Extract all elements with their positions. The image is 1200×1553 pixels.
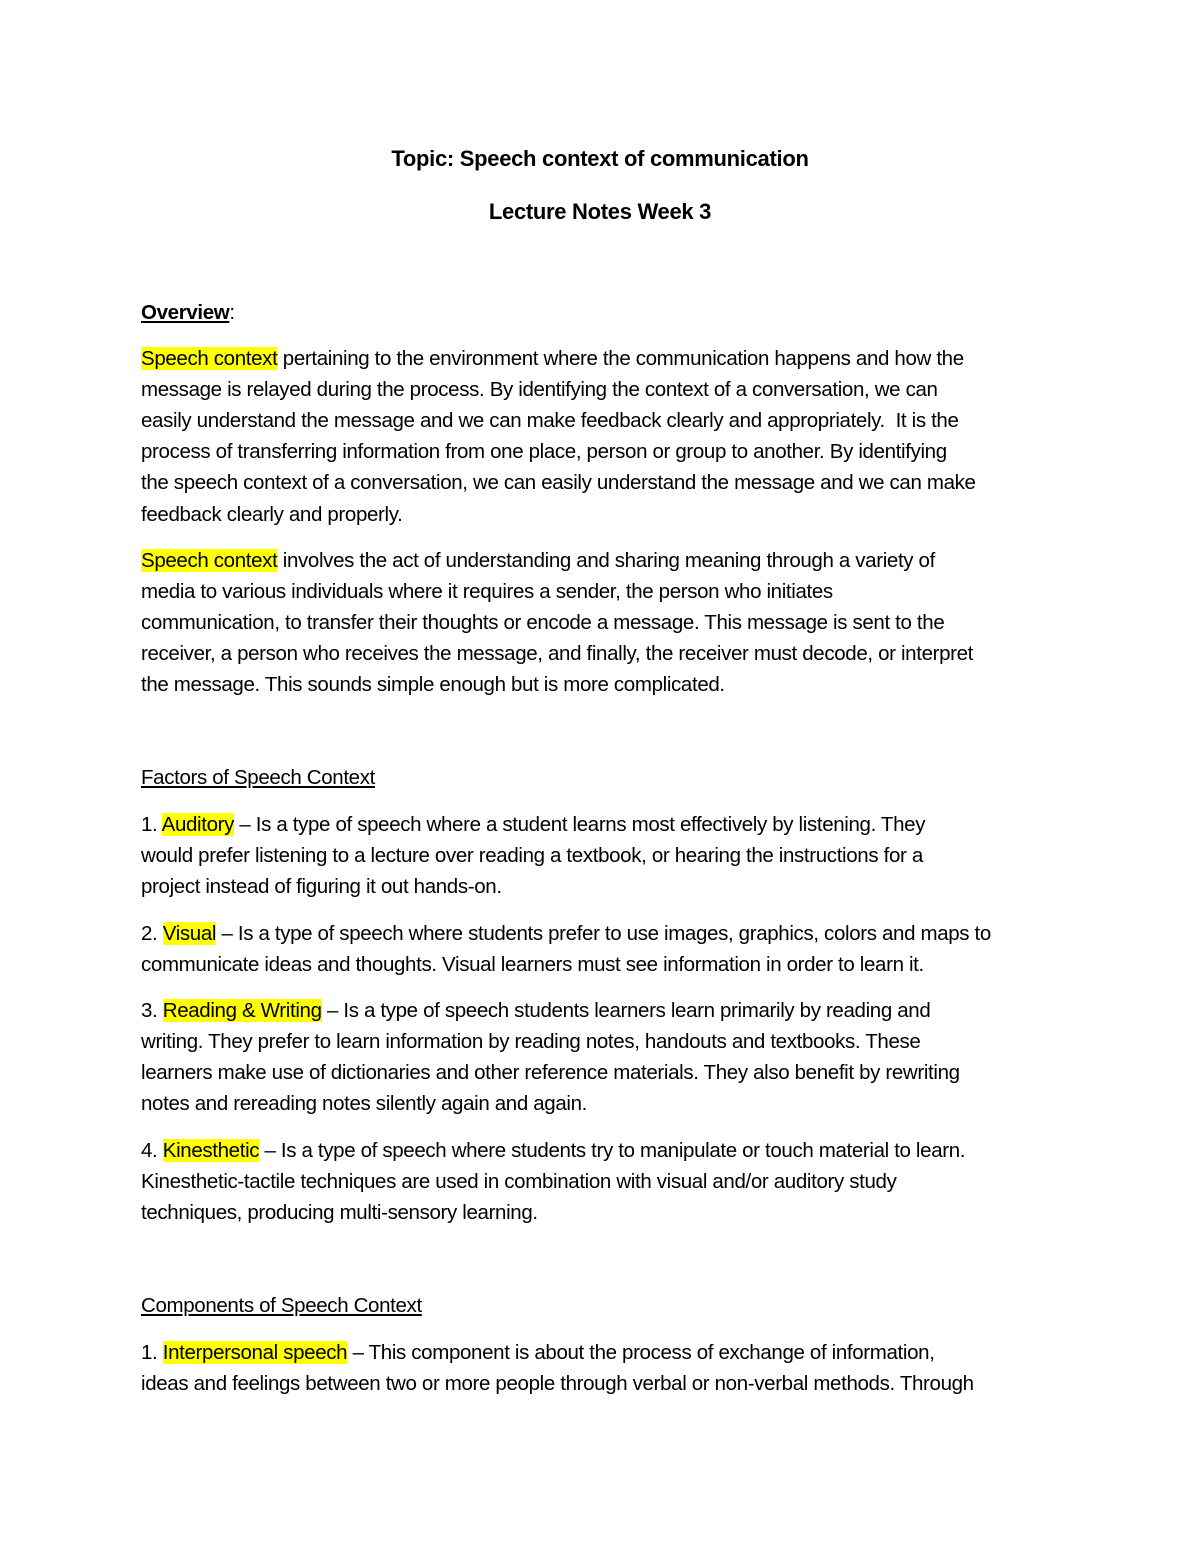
item-number: 3. [141,999,163,1022]
paragraph-line: easily understand the message and we can… [141,409,959,432]
highlighted-term: Visual [162,922,217,945]
overview-heading-colon: : [229,301,235,324]
document-title: Topic: Speech context of communication [391,146,809,171]
overview-heading: Overview: [141,300,235,326]
highlighted-term: Speech context [141,347,278,370]
item-line: – Is a type of speech where students try… [259,1139,966,1162]
item-line: would prefer listening to a lecture over… [141,844,923,867]
paragraph-line: feedback clearly and properly. [141,503,403,526]
item-line: learners make use of dictionaries and ot… [141,1061,960,1084]
paragraph-line: receiver, a person who receives the mess… [141,642,974,665]
item-line: Kinesthetic-tactile techniques are used … [141,1170,897,1193]
overview-heading-text: Overview [141,301,230,324]
paragraph-line: communication, to transfer their thought… [141,611,945,634]
item-number: 4. [141,1139,163,1162]
item-line: techniques, producing multi-sensory lear… [141,1201,538,1224]
item-line: writing. They prefer to learn informatio… [141,1030,921,1053]
document-subtitle: Lecture Notes Week 3 [488,199,712,224]
item-number: 2. [141,922,163,945]
paragraph-line: message is relayed during the process. B… [141,378,938,401]
paragraph-line: involves the act of understanding and sh… [277,549,936,572]
item-line: – Is a type of speech students learners … [321,999,931,1022]
highlighted-term: Auditory [161,813,235,836]
item-line: communicate ideas and thoughts. Visual l… [141,953,924,976]
paragraph-line: media to various individuals where it re… [141,580,833,603]
components-heading: Components of Speech Context [141,1294,422,1317]
item-number: 1. [141,1341,163,1364]
factors-heading: Factors of Speech Context [141,766,375,789]
paragraph-line: the message. This sounds simple enough b… [141,673,725,696]
item-line: project instead of figuring it out hands… [141,875,502,898]
paragraph-line: pertaining to the environment where the … [277,347,964,370]
item-line: ideas and feelings between two or more p… [141,1372,974,1395]
paragraph-line: the speech context of a conversation, we… [141,471,976,494]
item-number: 1. [141,813,162,836]
item-line: – Is a type of speech where a student le… [234,813,926,836]
highlighted-term: Speech context [141,549,278,572]
document-page: Topic: Speech context of communication L… [0,0,1200,1553]
paragraph-line: process of transferring information from… [141,440,947,463]
item-line: notes and rereading notes silently again… [141,1092,588,1115]
highlighted-term: Reading & Writing [162,999,322,1022]
item-line: – Is a type of speech where students pre… [216,922,991,945]
highlighted-term: Kinesthetic [162,1139,260,1162]
highlighted-term: Interpersonal speech [162,1341,348,1364]
item-line: – This component is about the process of… [347,1341,935,1364]
